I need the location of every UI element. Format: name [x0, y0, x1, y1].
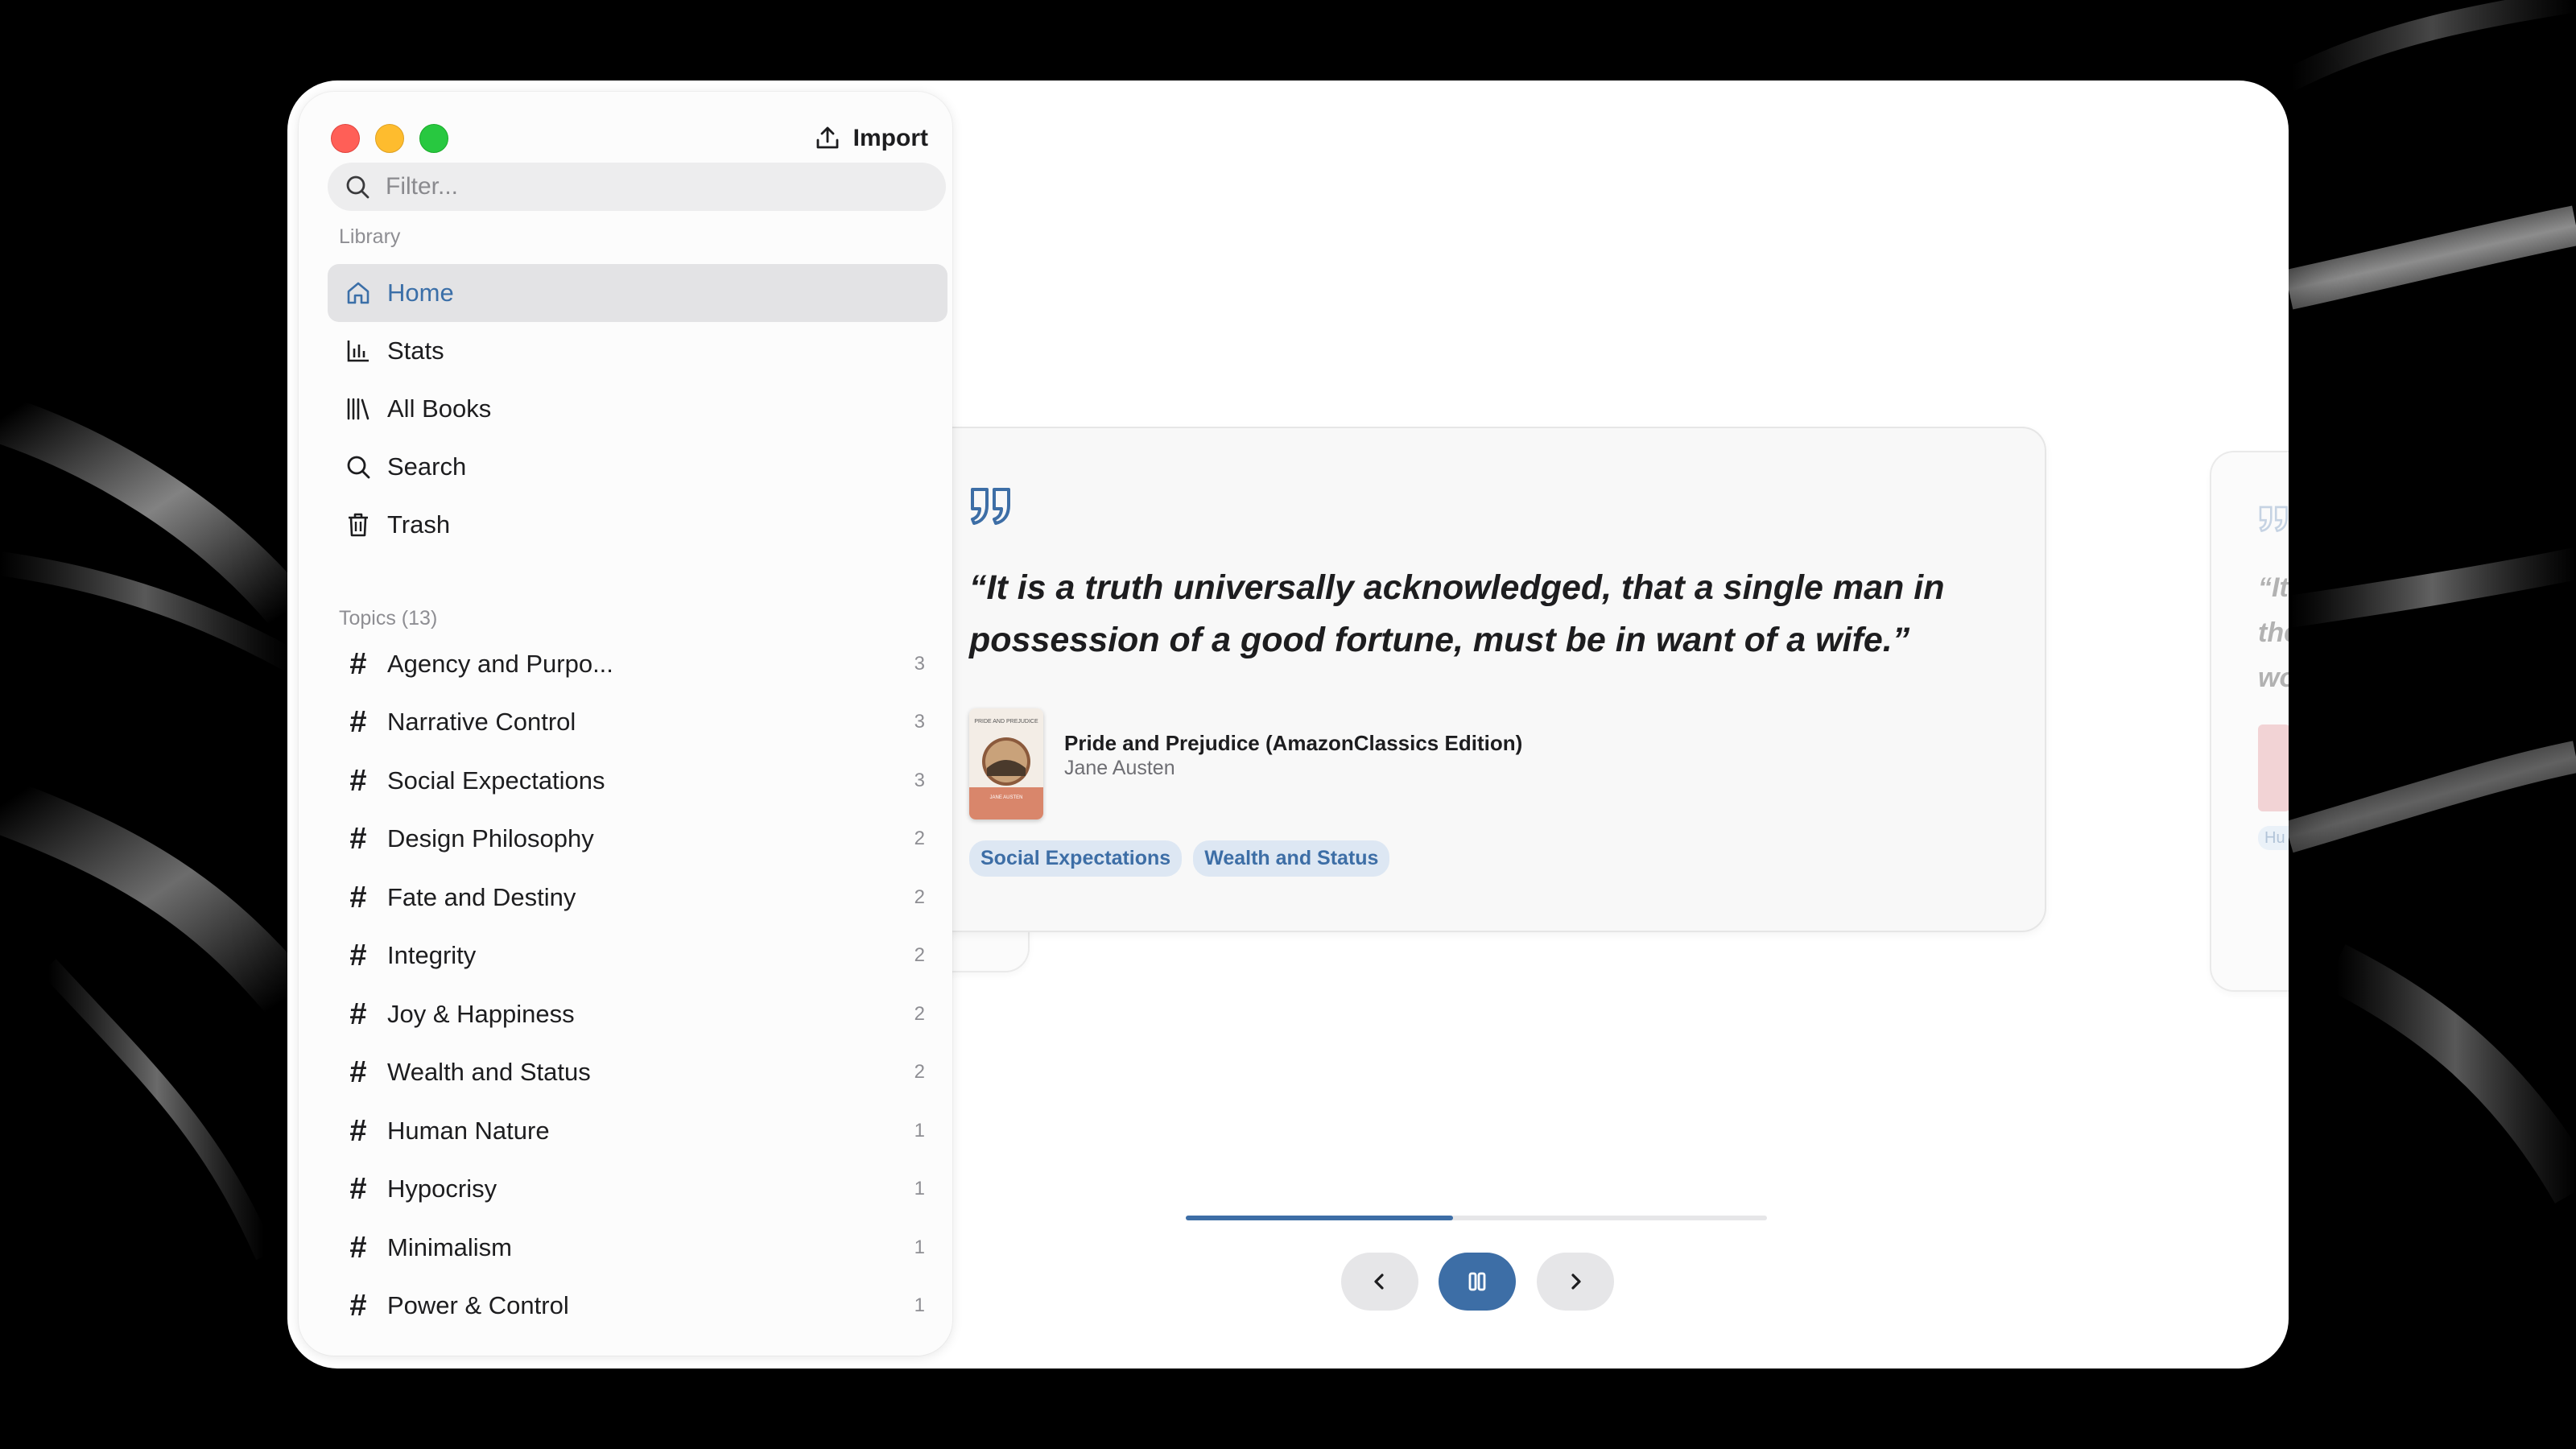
hashtag-icon: #: [349, 1113, 367, 1148]
hashtag-icon: #: [349, 646, 367, 681]
pause-button[interactable]: [1439, 1253, 1516, 1311]
chevron-right-icon: [1571, 1274, 1581, 1290]
books-icon: [347, 398, 369, 420]
topic-tag[interactable]: Wealth and Status: [1193, 840, 1390, 877]
book-author: Jane Austen: [1064, 757, 1175, 779]
hashtag-icon: #: [349, 880, 367, 914]
sidebar-item-label: All Books: [387, 394, 492, 423]
topic-item[interactable]: # Joy & Happiness 2: [328, 985, 947, 1043]
hashtag-icon: #: [349, 763, 367, 798]
topic-item[interactable]: # Fate and Destiny 2: [328, 869, 947, 927]
topic-count: 3: [914, 770, 925, 791]
sidebar-item-home[interactable]: Home: [328, 264, 947, 322]
carousel-progress: [1186, 1216, 1767, 1220]
hashtag-icon: #: [349, 1288, 367, 1323]
carousel-progress-fill: [1186, 1216, 1454, 1220]
home-icon: [347, 282, 369, 304]
topic-item[interactable]: # Narrative Control 3: [328, 693, 947, 751]
tag-list: Social Expectations Wealth and Status: [969, 840, 1390, 877]
svg-text:JANE AUSTEN: JANE AUSTEN: [989, 795, 1022, 800]
topic-count: 2: [914, 1003, 925, 1025]
topic-tag[interactable]: Social Expectations: [969, 840, 1183, 877]
sidebar-item-label: Trash: [387, 510, 451, 539]
filter-field[interactable]: [328, 163, 946, 211]
sidebar-item-stats[interactable]: Stats: [328, 322, 947, 380]
minimize-window-button[interactable]: [375, 124, 404, 153]
ghost-quote-text: “It the wo: [2258, 572, 2289, 693]
topic-count: 2: [914, 886, 925, 908]
topic-item[interactable]: # Minimalism 1: [328, 1219, 947, 1277]
pause-icon: [1468, 1272, 1486, 1291]
window-controls: [331, 124, 448, 153]
quote-icon: [2259, 506, 2288, 533]
topic-count: 1: [914, 1178, 925, 1199]
highlight-quote: “It is a truth universally acknowledged,…: [969, 568, 1945, 659]
topic-item[interactable]: # Human Nature 1: [328, 1102, 947, 1160]
sidebar-item-label: Home: [387, 279, 454, 307]
quote-icon: [971, 488, 1010, 525]
sidebar-item-label: Search: [387, 452, 467, 481]
topic-count: 1: [914, 1294, 925, 1316]
topic-item[interactable]: # Design Philosophy 2: [328, 810, 947, 868]
topic-count: 1: [914, 1120, 925, 1141]
stats-icon: [347, 341, 369, 362]
topic-item[interactable]: # Integrity 2: [328, 927, 947, 985]
filter-input[interactable]: [384, 172, 870, 201]
hashtag-icon: #: [349, 821, 367, 856]
library-section-label: Library: [339, 225, 401, 248]
sidebar-item-search[interactable]: Search: [328, 438, 947, 496]
sidebar-item-all-books[interactable]: All Books: [328, 380, 947, 438]
hashtag-icon: #: [349, 1055, 367, 1089]
topic-tag[interactable]: Hu: [2258, 826, 2289, 850]
sidebar-item-trash[interactable]: Trash: [328, 496, 947, 554]
maximize-window-button[interactable]: [419, 124, 448, 153]
topic-count: 2: [914, 1061, 925, 1083]
sidebar: Import Library Home Stats All Books Sear…: [299, 92, 952, 1356]
search-icon: [347, 456, 370, 479]
app-window: “It the wo Hu “It is a truth universally…: [287, 80, 2289, 1368]
topic-item[interactable]: # Power & Control 1: [328, 1277, 947, 1335]
topic-count: 2: [914, 944, 925, 966]
topics-section-label: Topics (13): [339, 607, 438, 630]
book-cover[interactable]: PRIDE AND PREJUDICE JANE AUSTEN: [969, 708, 1043, 819]
topic-count: 3: [914, 653, 925, 675]
hashtag-icon: #: [349, 997, 367, 1031]
hashtag-icon: #: [349, 1230, 367, 1265]
search-icon: [346, 175, 369, 199]
topic-item[interactable]: # Hypocrisy 1: [328, 1160, 947, 1218]
topic-item[interactable]: # Wealth and Status 2: [328, 1043, 947, 1101]
hashtag-icon: #: [349, 704, 367, 739]
sidebar-item-label: Stats: [387, 336, 444, 365]
topic-item[interactable]: # Agency and Purpo... 3: [328, 635, 947, 693]
highlight-card: “It is a truth universally acknowledged,…: [911, 428, 2045, 931]
previous-button[interactable]: [1341, 1253, 1418, 1311]
import-label: Import: [852, 125, 928, 151]
next-button[interactable]: [1537, 1253, 1614, 1311]
close-window-button[interactable]: [331, 124, 360, 153]
topic-count: 1: [914, 1236, 925, 1258]
topic-count: 3: [914, 711, 925, 733]
hashtag-icon: #: [349, 1171, 367, 1206]
book-title[interactable]: Pride and Prejudice (AmazonClassics Edit…: [1064, 731, 1522, 756]
topic-item[interactable]: # Social Expectations 3: [328, 752, 947, 810]
topic-count: 2: [914, 828, 925, 849]
svg-text:PRIDE AND PREJUDICE: PRIDE AND PREJUDICE: [974, 719, 1038, 724]
import-button[interactable]: Import: [813, 119, 928, 158]
trash-icon: [349, 513, 368, 537]
book-cover: [2258, 724, 2289, 811]
chevron-left-icon: [1374, 1274, 1384, 1290]
next-highlight-card[interactable]: “It the wo Hu: [2211, 452, 2289, 990]
hashtag-icon: #: [349, 938, 367, 972]
upload-icon: [816, 126, 839, 149]
